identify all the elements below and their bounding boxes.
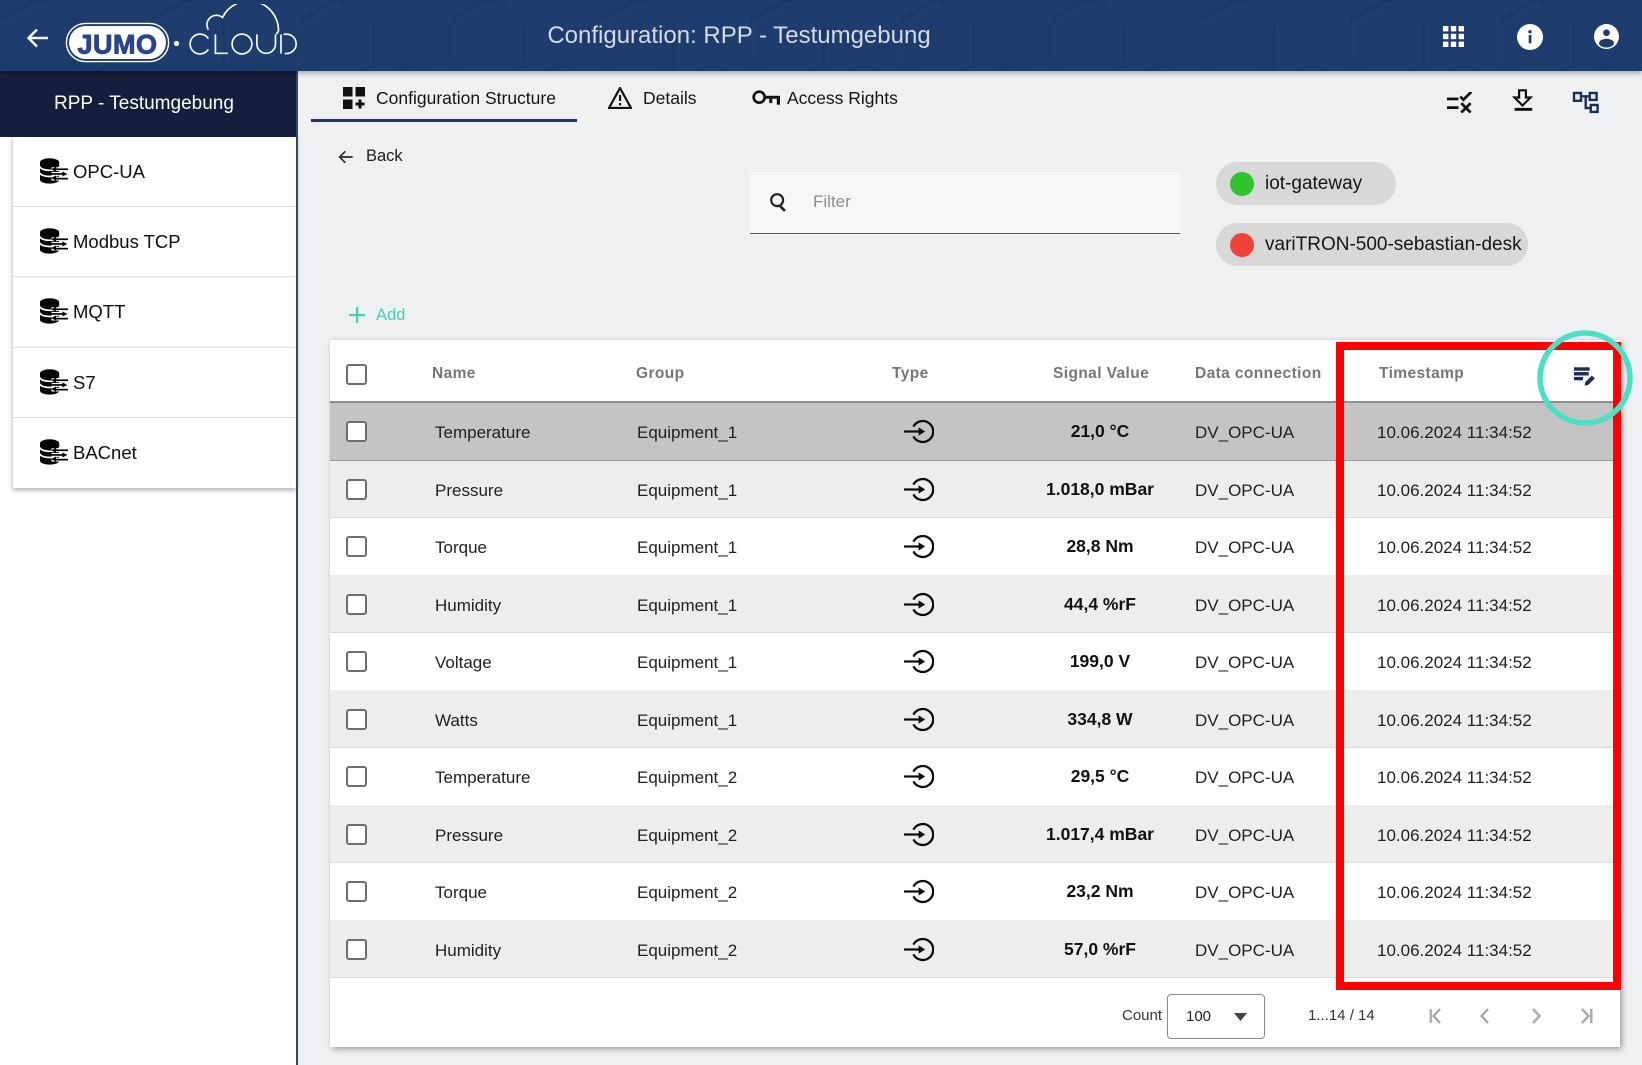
svg-text:JUMO: JUMO [77, 30, 157, 60]
